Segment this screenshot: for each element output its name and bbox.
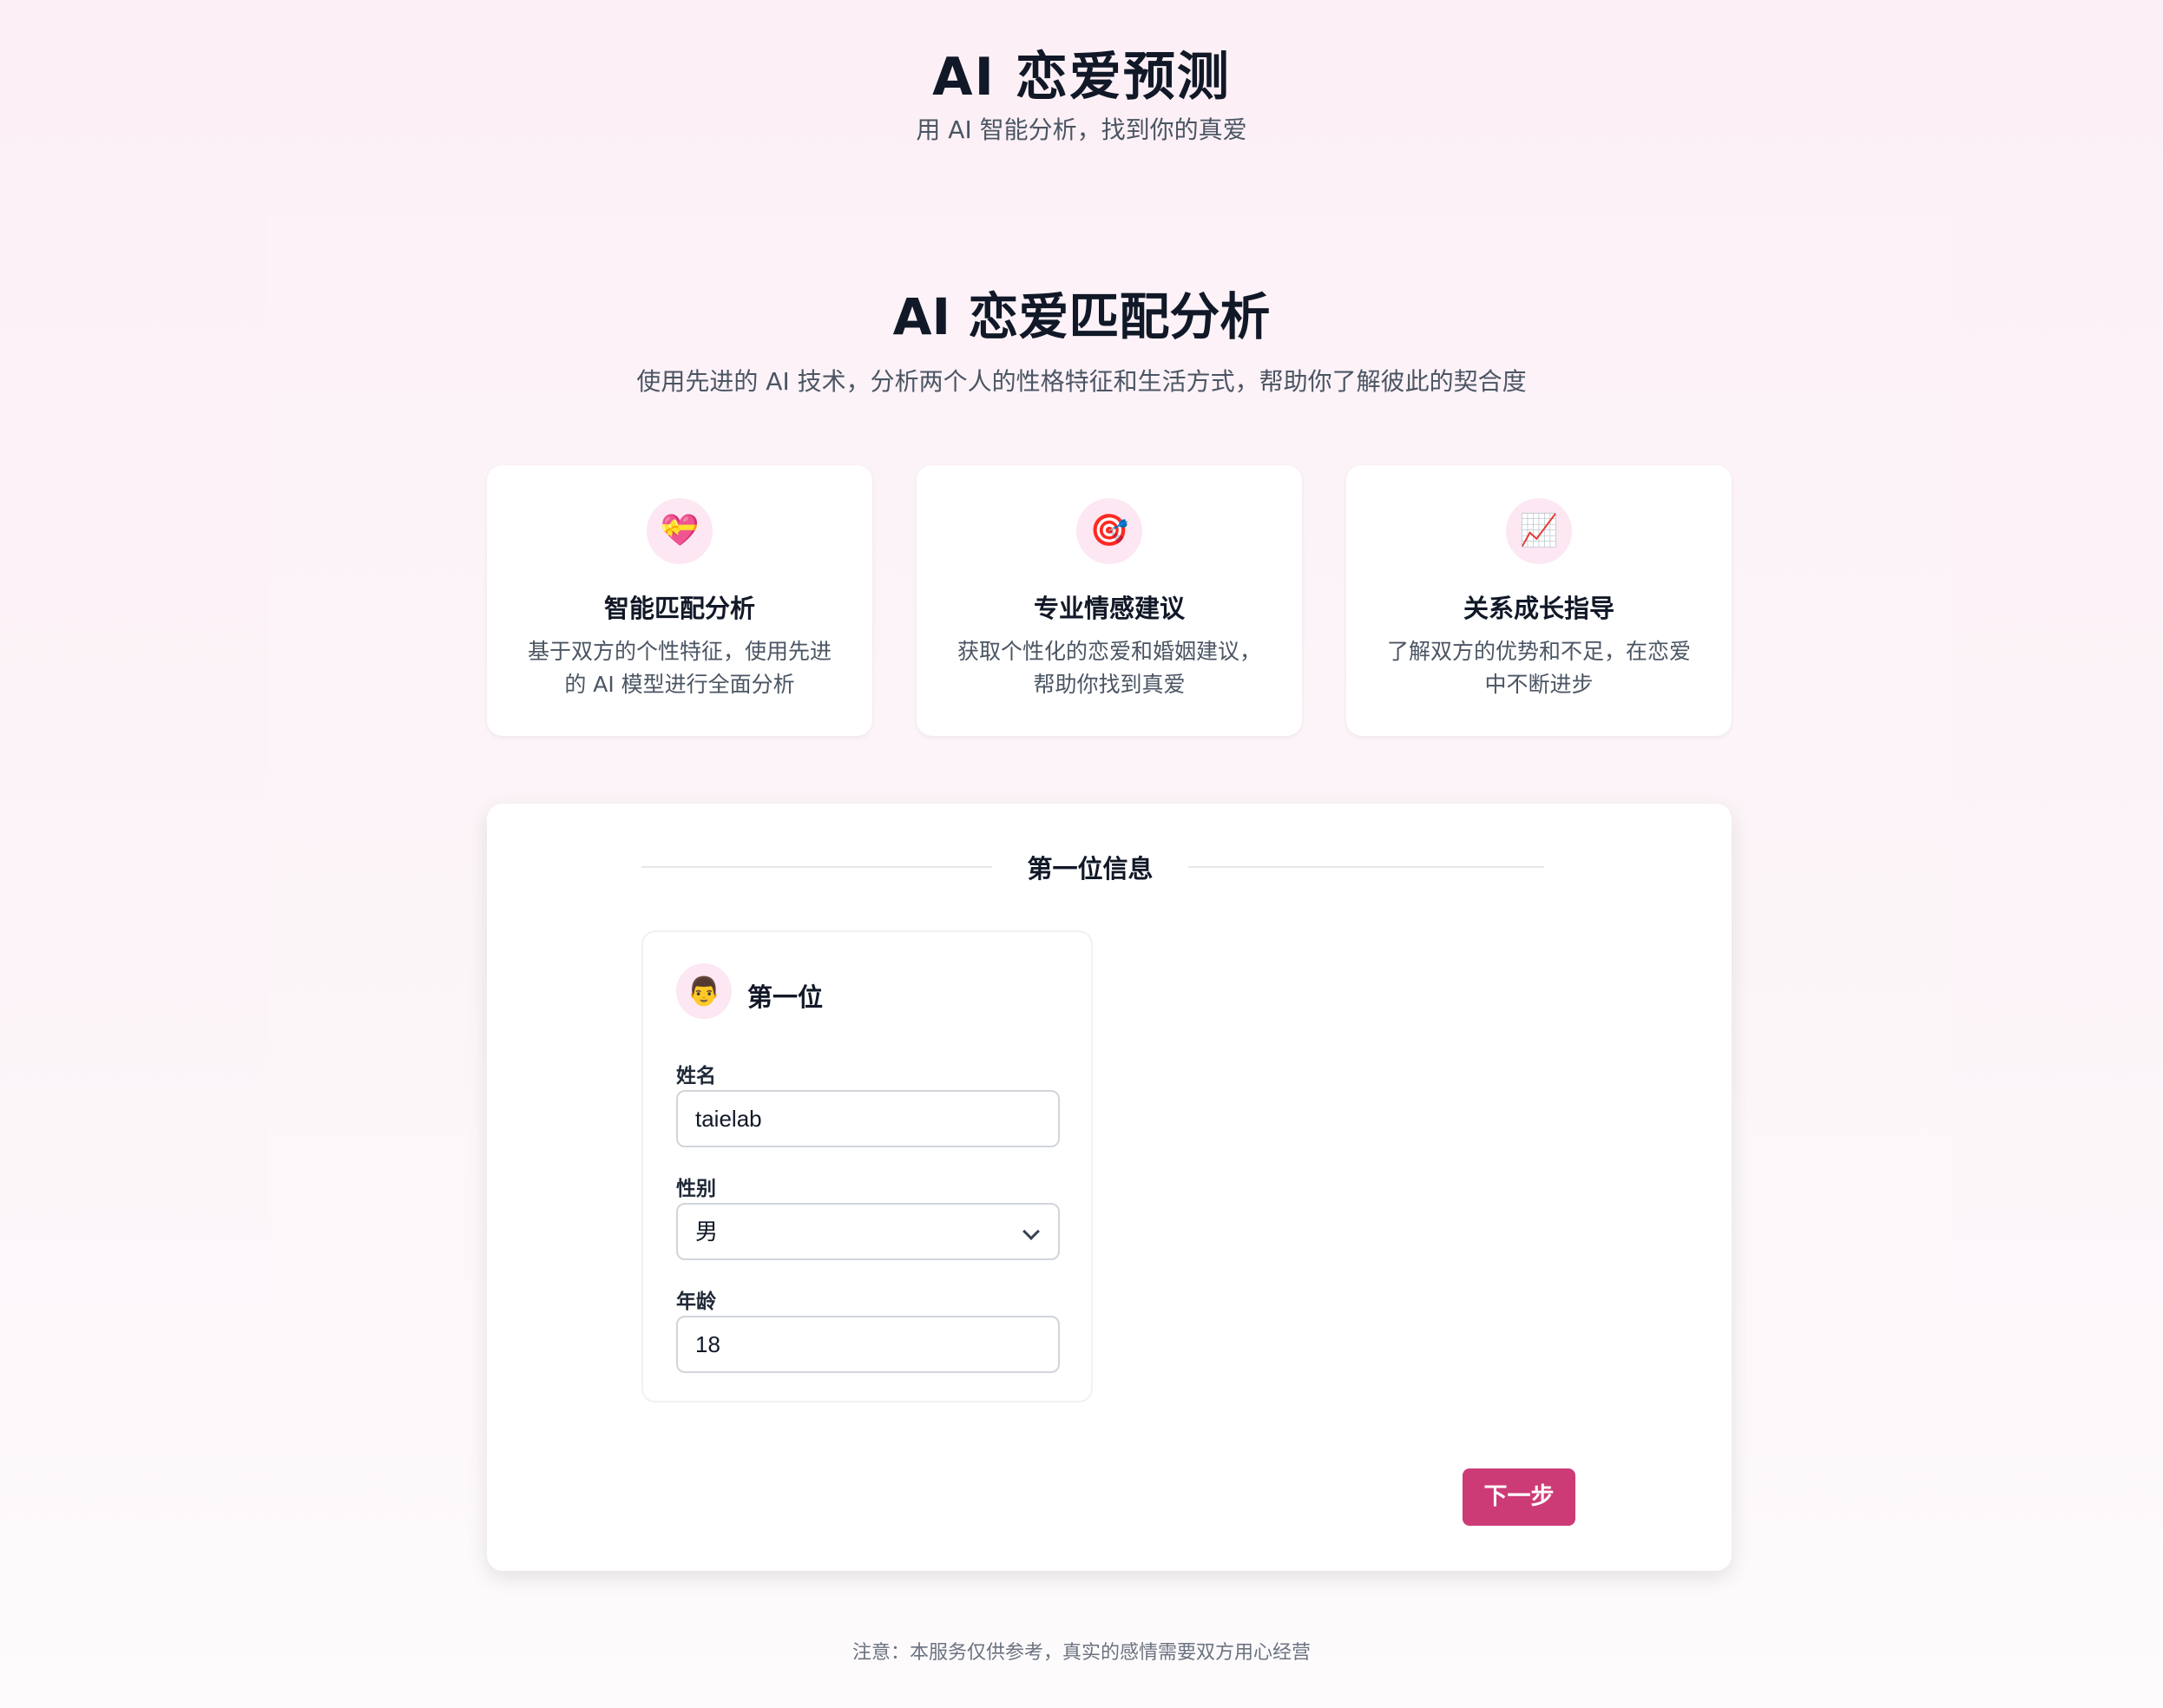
feature-title: 专业情感建议	[1033, 594, 1185, 623]
heart-gift-icon: 💝	[647, 498, 713, 564]
feature-card-emotional-advice: 🎯 专业情感建议 获取个性化的恋爱和婚姻建议， 帮助你找到真爱	[917, 465, 1302, 736]
gender-label: 性别	[676, 1178, 716, 1200]
age-label: 年龄	[676, 1291, 716, 1313]
feature-description: 获取个性化的恋爱和婚姻建议， 帮助你找到真爱	[948, 635, 1271, 701]
section-description: 使用先进的 AI 技术，分析两个人的性格特征和生活方式，帮助你了解彼此的契合度	[636, 367, 1527, 396]
gender-selected-value: 男	[695, 1219, 719, 1245]
feature-description: 基于双方的个性特征，使用先进 的 AI 模型进行全面分析	[518, 635, 841, 701]
person-panel: 👨 第一位 姓名 taielab 性别 男 年龄 18	[641, 930, 1093, 1403]
feature-description: 了解双方的优势和不足，在恋爱 中不断进步	[1377, 635, 1700, 701]
name-label: 姓名	[676, 1065, 716, 1087]
app-subtitle: 用 AI 智能分析，找到你的真爱	[916, 115, 1247, 144]
man-avatar-icon: 👨	[676, 963, 732, 1019]
app-title: AI 恋爱预测	[932, 47, 1231, 108]
feature-card-smart-match: 💝 智能匹配分析 基于双方的个性特征，使用先进 的 AI 模型进行全面分析	[487, 465, 872, 736]
feature-desc-line: 了解双方的优势和不足，在恋爱	[1386, 639, 1691, 664]
feature-desc-line: 帮助你找到真爱	[1033, 672, 1186, 697]
feature-title: 关系成长指导	[1463, 594, 1614, 623]
name-input[interactable]: taielab	[676, 1090, 1060, 1147]
chevron-down-icon	[1022, 1223, 1040, 1240]
feature-desc-line: 基于双方的个性特征，使用先进	[527, 639, 832, 664]
step-title: 第一位信息	[1027, 854, 1154, 884]
chart-up-icon: 📈	[1506, 498, 1572, 564]
divider-right	[1188, 866, 1544, 868]
person-label: 第一位	[747, 982, 824, 1012]
feature-desc-line: 的 AI 模型进行全面分析	[564, 672, 795, 697]
feature-card-growth-guidance: 📈 关系成长指导 了解双方的优势和不足，在恋爱 中不断进步	[1346, 465, 1732, 736]
feature-title: 智能匹配分析	[603, 594, 755, 623]
footer-note: 注意：本服务仅供参考，真实的感情需要双方用心经营	[851, 1642, 1311, 1664]
next-button[interactable]: 下一步	[1463, 1468, 1575, 1526]
form-card: 第一位信息 👨 第一位 姓名 taielab 性别 男 年龄 18 下一步	[487, 804, 1732, 1571]
gender-select[interactable]: 男	[676, 1203, 1060, 1260]
target-icon: 🎯	[1076, 498, 1142, 564]
section-title: AI 恋爱匹配分析	[892, 287, 1271, 346]
feature-desc-line: 中不断进步	[1484, 672, 1594, 697]
feature-desc-line: 获取个性化的恋爱和婚姻建议，	[957, 639, 1261, 664]
age-input[interactable]: 18	[676, 1316, 1060, 1373]
divider-left	[641, 866, 992, 868]
